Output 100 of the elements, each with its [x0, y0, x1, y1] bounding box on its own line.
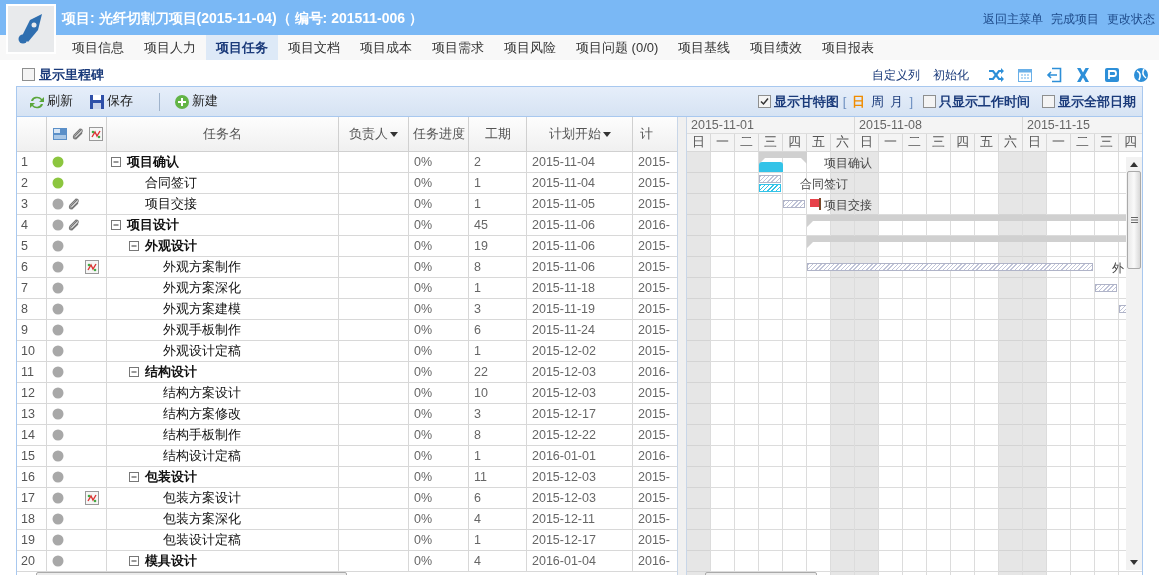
week-label: 2015-11-15	[1027, 118, 1090, 132]
square-icon[interactable]	[1104, 66, 1120, 83]
task-name: 外观方案建模	[163, 300, 241, 318]
bracket-text: [	[842, 92, 847, 111]
row-number: 14	[21, 426, 35, 444]
task-name: 外观手板制作	[163, 321, 241, 339]
table-cell-text: 2015-	[638, 489, 670, 507]
globe-icon[interactable]	[1133, 66, 1149, 83]
arrow-up-icon[interactable]	[1130, 162, 1138, 167]
tab[interactable]: 项目人力	[134, 35, 206, 60]
task-name: 项目交接	[145, 195, 197, 213]
action-link[interactable]: 初始化	[933, 65, 969, 84]
column-header[interactable]: 计	[640, 124, 653, 144]
table-cell-text: 1	[474, 342, 481, 360]
table-cell-text: 1	[474, 531, 481, 549]
shuffle-icon[interactable]	[988, 66, 1004, 83]
plus-icon	[174, 93, 190, 110]
task-name: 模具设计	[145, 552, 197, 570]
bar-label: 合同签订	[800, 176, 848, 193]
tab[interactable]: 项目绩效	[740, 35, 813, 60]
table-cell-text: 2015-	[638, 426, 670, 444]
scrollbar[interactable]	[1126, 157, 1142, 570]
task-name: 结构手板制作	[163, 426, 241, 444]
row-number: 7	[21, 279, 28, 297]
bar-label: 项目确认	[824, 155, 872, 172]
scale-link[interactable]: 周	[871, 91, 885, 112]
day-label: 日	[1028, 134, 1041, 152]
arrow-down-icon[interactable]	[1130, 560, 1138, 565]
toolbar-button[interactable]: 刷新	[27, 92, 75, 111]
chart-icon[interactable]	[85, 491, 99, 505]
chart-icon[interactable]	[85, 260, 99, 274]
header-link[interactable]: 更改状态	[1107, 9, 1155, 28]
tab[interactable]: 项目需求	[422, 35, 494, 60]
column-header[interactable]: 计划开始	[548, 124, 601, 144]
calendar-icon[interactable]	[1017, 66, 1033, 83]
table-cell-text: 0%	[414, 153, 433, 171]
day-label: 一	[716, 134, 729, 152]
table-cell-text: 2015-11-18	[532, 279, 595, 297]
caret-icon[interactable]	[602, 131, 611, 137]
table-cell-text: 2015-12-17	[532, 405, 596, 423]
bar-label: 外	[1112, 260, 1124, 277]
tab[interactable]: 项目报表	[812, 35, 885, 60]
paperclip-icon	[71, 127, 85, 141]
table-cell-text: 8	[474, 258, 481, 276]
tab[interactable]: 项目问题 (0/0)	[566, 35, 669, 60]
table-cell-text: 10	[474, 384, 488, 402]
table-cell-text: 2015-	[638, 237, 670, 255]
x-icon[interactable]	[1075, 66, 1091, 83]
day-label: 五	[812, 134, 825, 152]
tab[interactable]: 项目任务	[206, 35, 278, 60]
scrollbar-thumb[interactable]	[1127, 171, 1141, 269]
row-number: 3	[21, 195, 28, 213]
header-link[interactable]: 完成项目	[1051, 9, 1099, 28]
tab[interactable]: 项目信息	[62, 35, 134, 60]
table-cell-text: 2015-	[638, 153, 670, 171]
checkbox[interactable]	[22, 68, 35, 81]
row-number: 16	[21, 468, 35, 486]
caret-icon[interactable]	[390, 131, 398, 137]
tab[interactable]: 项目文档	[278, 35, 350, 60]
paperclip-icon[interactable]	[67, 218, 81, 232]
day-label: 三	[1100, 134, 1113, 152]
column-header[interactable]: 任务名	[203, 124, 242, 144]
day-label: 四	[1124, 134, 1137, 152]
table-cell-text: 2015-12-03	[532, 489, 596, 507]
table-cell-text: 3	[474, 405, 481, 423]
scale-link[interactable]: 月	[890, 91, 904, 112]
table-cell-text: 2015-11-06	[532, 237, 595, 255]
table-cell-text: 4	[474, 510, 481, 528]
table-cell-text: 0%	[414, 531, 433, 549]
table-cell-text: 0%	[414, 468, 433, 486]
tab[interactable]: 项目基线	[668, 35, 741, 60]
column-header[interactable]: 任务进度	[412, 124, 465, 144]
table-cell-text: 0%	[414, 195, 433, 213]
day-label: 日	[692, 134, 705, 152]
table-cell-text: 2015-	[638, 300, 670, 318]
tab[interactable]: 项目成本	[350, 35, 422, 60]
table-cell-text: 0%	[414, 237, 433, 255]
checkbox-label: 显示里程碑	[39, 65, 104, 84]
column-header[interactable]: 工期	[484, 124, 511, 144]
day-label: 四	[956, 134, 969, 152]
action-link[interactable]: 自定义列	[872, 65, 920, 84]
checkbox[interactable]	[923, 95, 936, 108]
exit-icon[interactable]	[1046, 66, 1062, 83]
toolbar-button[interactable]: 保存	[87, 92, 135, 111]
table-cell-text: 1	[474, 174, 481, 192]
table-cell-text: 2016-01-01	[532, 447, 596, 465]
checkbox[interactable]	[757, 95, 771, 108]
toolbar-button[interactable]: 新建	[172, 92, 220, 111]
task-name: 结构设计定稿	[163, 447, 241, 465]
table-cell-text: 2016-	[638, 363, 670, 381]
paperclip-icon[interactable]	[67, 197, 81, 211]
day-label: 六	[836, 134, 849, 152]
day-label: 五	[980, 134, 993, 152]
column-header[interactable]: 负责人	[349, 124, 388, 144]
checkbox[interactable]	[1042, 95, 1055, 108]
row-number: 6	[21, 258, 28, 276]
header-link[interactable]: 返回主菜单	[983, 9, 1043, 28]
checkbox-label: 显示甘特图	[773, 92, 839, 111]
table-cell-text: 2015-	[638, 279, 670, 297]
tab[interactable]: 项目风险	[494, 35, 566, 60]
